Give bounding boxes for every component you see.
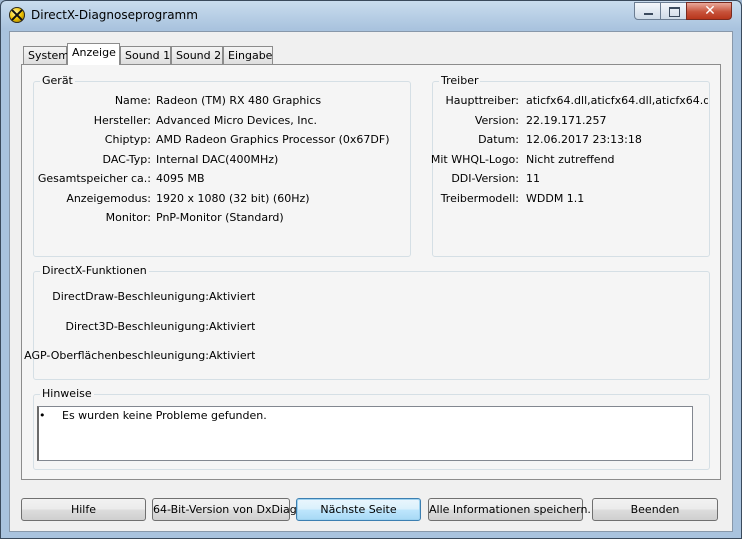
- device-label: DAC-Typ:: [102, 153, 151, 166]
- next-page-button[interactable]: Nächste Seite: [296, 498, 421, 521]
- client-area: System Anzeige Sound 1 Sound 2 Eingabe G…: [9, 31, 733, 532]
- device-label: Chiptyp:: [104, 133, 151, 146]
- dxdiag-window: DirectX-Diagnoseprogramm ✕ System Anzeig…: [0, 0, 742, 539]
- dxdiag-64bit-button[interactable]: 64-Bit-Version von DxDiag: [152, 498, 297, 521]
- minimize-button[interactable]: [634, 2, 661, 20]
- tab-anzeige[interactable]: Anzeige: [67, 43, 120, 65]
- window-title: DirectX-Diagnoseprogramm: [31, 8, 198, 22]
- bullet-icon: •: [39, 409, 46, 422]
- minimize-icon: [644, 13, 653, 15]
- ddi-version-value: 11: [526, 172, 540, 185]
- device-label: Name:: [114, 94, 151, 107]
- driver-label: Version:: [474, 114, 519, 127]
- maximize-icon: [669, 7, 680, 17]
- notes-textbox[interactable]: • Es wurden keine Probleme gefunden.: [37, 406, 693, 461]
- device-label: Hersteller:: [93, 114, 151, 127]
- directx-icon: [9, 7, 25, 23]
- group-title: Gerät: [40, 74, 75, 87]
- tab-sound-2[interactable]: Sound 2: [171, 46, 223, 64]
- driver-label: Treibermodell:: [440, 192, 519, 205]
- tab-panel-anzeige: Gerät Name: Radeon (TM) RX 480 Graphics …: [21, 64, 721, 480]
- monitor-value: PnP-Monitor (Standard): [156, 211, 284, 224]
- device-name-value: Radeon (TM) RX 480 Graphics: [156, 94, 322, 107]
- group-title: DirectX-Funktionen: [40, 264, 149, 277]
- agp-status: Aktiviert: [209, 349, 256, 362]
- directx-feature-label: Direct3D-Beschleunigung:: [65, 320, 209, 333]
- driver-model-value: WDDM 1.1: [526, 192, 585, 205]
- dac-type-value: Internal DAC(400MHz): [156, 153, 279, 166]
- note-item: Es wurden keine Probleme gefunden.: [62, 409, 267, 422]
- device-label: Anzeigemodus:: [66, 192, 151, 205]
- tab-system[interactable]: System: [23, 46, 70, 64]
- driver-label: Datum:: [478, 133, 519, 146]
- driver-label: Haupttreiber:: [445, 94, 519, 107]
- title-bar[interactable]: DirectX-Diagnoseprogramm ✕: [1, 1, 741, 31]
- memory-value: 4095 MB: [156, 172, 205, 185]
- close-icon: ✕: [704, 3, 716, 19]
- tab-label: Sound 1: [125, 49, 171, 62]
- device-label: Gesamtspeicher ca.:: [37, 172, 151, 185]
- directx-feature-label: DirectDraw-Beschleunigung:: [52, 290, 209, 303]
- directdraw-status: Aktiviert: [209, 290, 256, 303]
- notes-group: Hinweise • Es wurden keine Probleme gefu…: [33, 387, 710, 470]
- group-title: Treiber: [439, 74, 481, 87]
- maximize-button[interactable]: [660, 2, 687, 20]
- directx-features-group: DirectX-Funktionen DirectDraw-Beschleuni…: [24, 264, 710, 380]
- tab-label: Sound 2: [176, 49, 222, 62]
- close-button[interactable]: ✕: [686, 2, 732, 20]
- display-mode-value: 1920 x 1080 (32 bit) (60Hz): [156, 192, 310, 205]
- driver-date-value: 12.06.2017 23:13:18: [526, 133, 642, 146]
- manufacturer-value: Advanced Micro Devices, Inc.: [156, 114, 318, 127]
- device-label: Monitor:: [105, 211, 151, 224]
- save-all-information-button[interactable]: Alle Informationen speichern...: [428, 498, 598, 521]
- help-button[interactable]: Hilfe: [21, 498, 146, 521]
- tab-label: Eingabe: [228, 49, 273, 62]
- directx-feature-label: AGP-Oberflächenbeschleunigung:: [24, 349, 209, 362]
- device-group: Gerät Name: Radeon (TM) RX 480 Graphics …: [33, 74, 411, 257]
- tab-eingabe[interactable]: Eingabe: [223, 46, 273, 64]
- exit-button[interactable]: Beenden: [592, 498, 718, 521]
- driver-group: Treiber Haupttreiber: aticfx64.dll,aticf…: [430, 74, 710, 257]
- main-driver-value: aticfx64.dll,aticfx64.dll,aticfx64.dll,a: [526, 94, 708, 107]
- driver-label: DDI-Version:: [451, 172, 519, 185]
- direct3d-status: Aktiviert: [209, 320, 256, 333]
- whql-value: Nicht zutreffend: [526, 153, 615, 166]
- tab-label: System: [28, 49, 70, 62]
- driver-label: Mit WHQL-Logo:: [430, 153, 519, 166]
- driver-version-value: 22.19.171.257: [526, 114, 607, 127]
- tab-sound-1[interactable]: Sound 1: [120, 46, 171, 64]
- tab-label: Anzeige: [72, 46, 116, 59]
- chip-type-value: AMD Radeon Graphics Processor (0x67DF): [156, 133, 390, 146]
- group-title: Hinweise: [40, 387, 94, 400]
